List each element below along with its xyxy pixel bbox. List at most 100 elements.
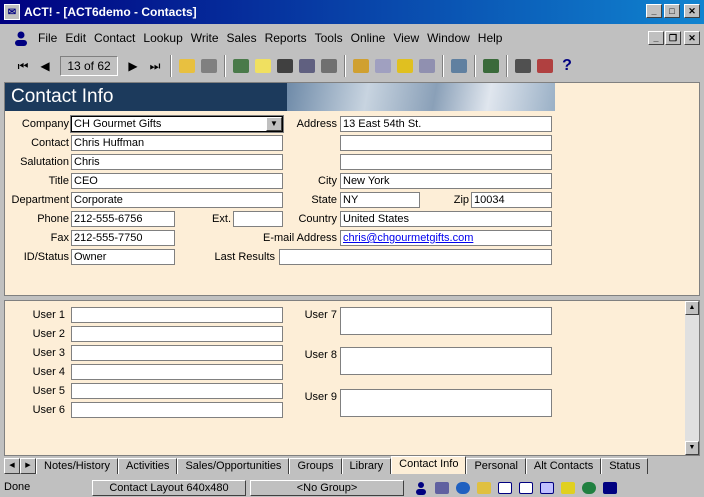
pda-sync-icon[interactable]	[480, 55, 502, 77]
state-field[interactable]: NY	[340, 192, 420, 208]
country-field[interactable]: United States	[340, 211, 552, 227]
zip-field[interactable]: 10034	[471, 192, 552, 208]
user1-field[interactable]	[71, 307, 283, 323]
menu-edit[interactable]: Edit	[61, 31, 90, 45]
tab-contact-info[interactable]: Contact Info	[391, 456, 467, 474]
menu-file[interactable]: File	[34, 31, 61, 45]
write-letter-icon[interactable]	[350, 55, 372, 77]
tab-status[interactable]: Status	[601, 458, 649, 474]
tab-personal[interactable]: Personal	[466, 458, 526, 474]
department-label: Department	[11, 194, 69, 206]
user7-field[interactable]	[340, 307, 552, 335]
user6-field[interactable]	[71, 402, 283, 418]
menu-window[interactable]: Window	[423, 31, 474, 45]
user3-field[interactable]	[71, 345, 283, 361]
task-icon[interactable]	[475, 479, 493, 497]
company-field[interactable]: CH Gourmet Gifts ▼	[70, 115, 284, 133]
user1-label: User 1	[32, 309, 65, 321]
month-calendar-icon[interactable]	[538, 479, 556, 497]
act-app-icon[interactable]: ✉	[4, 4, 20, 20]
week-calendar-icon[interactable]	[517, 479, 535, 497]
calendar-grid-icon[interactable]	[416, 55, 438, 77]
address-line3-field[interactable]	[340, 154, 552, 170]
menu-online[interactable]: Online	[347, 31, 390, 45]
menu-sales[interactable]: Sales	[223, 31, 261, 45]
group-selector-button[interactable]: <No Group>	[250, 479, 404, 496]
next-record-icon[interactable]: ▶	[122, 55, 144, 77]
salutation-field[interactable]: Chris	[71, 154, 283, 170]
tab-alt-contacts[interactable]: Alt Contacts	[525, 458, 602, 474]
layout-selector-button[interactable]: Contact Layout 640x480	[92, 479, 246, 496]
tab-scroll-left-icon[interactable]: ◀	[4, 458, 20, 474]
address-line1-field[interactable]: 13 East 54th St.	[340, 116, 552, 132]
lookup-icon[interactable]	[394, 55, 416, 77]
ext-field[interactable]	[233, 211, 283, 227]
contact-label: Contact	[31, 137, 69, 149]
minimize-button[interactable]: _	[646, 4, 662, 18]
lookup-status-icon[interactable]	[559, 479, 577, 497]
user2-field[interactable]	[71, 326, 283, 342]
doc-close-button[interactable]: ✕	[684, 31, 700, 45]
idstatus-field[interactable]: Owner	[71, 249, 175, 265]
info-icon[interactable]	[601, 479, 619, 497]
menu-tools[interactable]: Tools	[311, 31, 347, 45]
user8-field[interactable]	[340, 347, 552, 375]
doc-minimize-button[interactable]: _	[648, 31, 664, 45]
salutation-label: Salutation	[20, 156, 69, 168]
department-field[interactable]: Corporate	[71, 192, 283, 208]
online-globe-icon[interactable]	[580, 479, 598, 497]
title-field[interactable]: CEO	[71, 173, 283, 189]
help-icon[interactable]: ?	[556, 55, 578, 77]
menu-write[interactable]: Write	[187, 31, 223, 45]
menu-help[interactable]: Help	[474, 31, 507, 45]
maximize-button[interactable]: □	[664, 4, 680, 18]
email-field[interactable]: chris@chgourmetgifts.com	[340, 230, 552, 246]
notes-icon[interactable]	[252, 55, 274, 77]
last-record-icon[interactable]: ⏭	[144, 55, 166, 77]
user9-field[interactable]	[340, 389, 552, 417]
address-line2-field[interactable]	[340, 135, 552, 151]
doc-restore-button[interactable]: ❐	[665, 31, 681, 45]
tab-groups[interactable]: Groups	[289, 458, 342, 474]
contact-person-icon[interactable]	[12, 29, 30, 47]
title-bar[interactable]: ✉ ACT! - [ACT6demo - Contacts] _ □ ✕	[0, 0, 704, 24]
scroll-down-icon[interactable]: ▼	[685, 441, 699, 455]
prev-record-icon[interactable]: ◀	[34, 55, 56, 77]
company-dropdown-icon[interactable]: ▼	[266, 117, 282, 131]
lastresults-field[interactable]	[279, 249, 552, 265]
print-icon[interactable]	[512, 55, 534, 77]
email-icon[interactable]	[372, 55, 394, 77]
user5-field[interactable]	[71, 383, 283, 399]
menu-lookup[interactable]: Lookup	[139, 31, 186, 45]
tab-sales-opportunities[interactable]: Sales/Opportunities	[177, 458, 290, 474]
day-calendar-icon[interactable]	[496, 479, 514, 497]
tab-activities[interactable]: Activities	[118, 458, 178, 474]
city-field[interactable]: New York	[340, 173, 552, 189]
user4-field[interactable]	[71, 364, 283, 380]
menu-view[interactable]: View	[389, 31, 423, 45]
tab-scroll-right-icon[interactable]: ▶	[20, 458, 36, 474]
groups-view-icon[interactable]	[433, 479, 451, 497]
contacts-view-icon[interactable]	[412, 479, 430, 497]
contact-field[interactable]: Chris Huffman	[71, 135, 283, 151]
company-value: CH Gourmet Gifts	[74, 118, 162, 130]
first-record-icon[interactable]: ⏮	[12, 55, 34, 77]
fax-field[interactable]: 212-555-7750	[71, 230, 175, 246]
vertical-scrollbar[interactable]: ▲ ▼	[685, 301, 699, 455]
tab-library[interactable]: Library	[341, 458, 392, 474]
menu-contact[interactable]: Contact	[90, 31, 139, 45]
phone-icon[interactable]	[274, 55, 296, 77]
todo-icon[interactable]	[318, 55, 340, 77]
meeting-icon[interactable]	[296, 55, 318, 77]
reports-icon[interactable]	[534, 55, 556, 77]
open-folder-icon[interactable]	[176, 55, 198, 77]
tab-notes-history[interactable]: Notes/History	[36, 458, 119, 474]
scroll-up-icon[interactable]: ▲	[685, 301, 699, 315]
menu-reports[interactable]: Reports	[261, 31, 311, 45]
save-icon[interactable]	[198, 55, 220, 77]
internet-icon[interactable]	[454, 479, 472, 497]
phone-field[interactable]: 212-555-6756	[71, 211, 175, 227]
contact-list-icon[interactable]	[230, 55, 252, 77]
task-list-icon[interactable]	[448, 55, 470, 77]
close-button[interactable]: ✕	[684, 4, 700, 18]
